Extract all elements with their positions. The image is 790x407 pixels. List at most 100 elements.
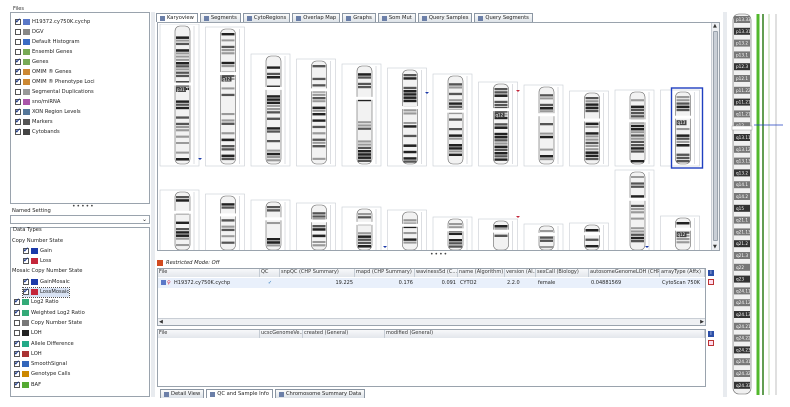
column-header[interactable]: File: [158, 269, 260, 277]
column-header[interactable]: arrayType (Affx): [660, 269, 705, 277]
scroll-left-icon[interactable]: ◀: [159, 319, 163, 325]
tab-segments[interactable]: Segments: [199, 13, 241, 22]
chromosome[interactable]: q12: [205, 26, 245, 167]
chromosome[interactable]: [296, 58, 336, 167]
table-row[interactable]: H19372.cy750K.cychp ✓ 19.225 0.176 0.091 CYTO…: [158, 278, 705, 288]
checkbox[interactable]: [15, 38, 21, 45]
left-splitter[interactable]: [151, 12, 155, 397]
tab-cytoregions[interactable]: CytoRegions: [242, 13, 291, 22]
file-tree-item[interactable]: Genes: [15, 57, 48, 66]
checkbox[interactable]: [15, 107, 21, 115]
chromosome[interactable]: p31.1: [159, 24, 200, 167]
files-panel-resize-grip[interactable]: •••••: [72, 203, 95, 210]
karyoview-scrollbar[interactable]: ▲ ▼: [711, 23, 719, 250]
tab-graphs[interactable]: Graphs: [342, 13, 376, 22]
file-tree-item[interactable]: Markers: [15, 117, 53, 126]
column-header[interactable]: autosomeGenomeLOH (CHP ...: [589, 269, 660, 277]
chromosome[interactable]: [387, 67, 427, 167]
data-type-item[interactable]: GainMosaic: [23, 277, 70, 286]
chromosome[interactable]: [387, 209, 427, 250]
file-tree-item[interactable]: Segmental Duplications: [15, 87, 94, 96]
checkbox[interactable]: [15, 88, 21, 95]
chromosome[interactable]: q13: [660, 87, 704, 169]
chromosome[interactable]: [341, 206, 382, 250]
right-splitter[interactable]: [723, 12, 727, 397]
file-tree-item[interactable]: Ensembl Genes: [15, 47, 72, 56]
scroll-right-icon[interactable]: ▶: [700, 319, 704, 325]
chromosome[interactable]: [159, 189, 200, 250]
gain-segment-marker[interactable]: [383, 246, 387, 248]
column-header[interactable]: created (General): [303, 330, 385, 338]
checkbox[interactable]: [14, 349, 20, 357]
data-type-item[interactable]: Loss: [23, 256, 51, 266]
checkbox[interactable]: [15, 48, 21, 55]
data-type-item[interactable]: LOH: [14, 329, 42, 338]
column-header[interactable]: mapd (CHP Summary): [355, 269, 415, 277]
column-header[interactable]: modified (General): [385, 330, 705, 338]
chromosome[interactable]: [569, 222, 609, 250]
center-resize-grip[interactable]: ••••: [430, 251, 448, 258]
chromosome[interactable]: q12: [660, 215, 700, 250]
data-type-item[interactable]: Weighted Log2 Ratio: [14, 308, 85, 317]
file-tree-item[interactable]: DGV: [15, 27, 44, 36]
chromosome[interactable]: [523, 223, 564, 250]
file-tree-item[interactable]: H19372.cy750K.cychp: [15, 17, 90, 26]
checkbox[interactable]: [15, 17, 21, 25]
file-tree-item[interactable]: OMIM ® Phenotype Loci: [15, 77, 95, 86]
checkbox[interactable]: [14, 297, 20, 306]
checkbox[interactable]: [14, 369, 20, 378]
export-icon[interactable]: [708, 340, 714, 346]
tab-som-mut[interactable]: Som Mut: [377, 13, 416, 22]
scroll-down-icon[interactable]: ▼: [713, 244, 717, 250]
karyoview-scroll-thumb[interactable]: [713, 31, 718, 241]
chromosome[interactable]: [250, 53, 291, 167]
chromosome[interactable]: [614, 89, 655, 167]
checkbox[interactable]: [15, 117, 21, 125]
chromosome[interactable]: [296, 202, 336, 250]
chromosome[interactable]: [250, 199, 291, 250]
loss-segment-marker[interactable]: [516, 216, 520, 218]
tab-overlap-map[interactable]: Overlap Map: [292, 13, 341, 22]
column-header[interactable]: snpQC (CHP Summary): [280, 269, 355, 277]
file-tree-item[interactable]: XON Region Levels: [15, 107, 81, 116]
chromosome[interactable]: q12: [478, 81, 518, 167]
karyoview-canvas[interactable]: p31.1 q12 q12 q13 q12: [159, 24, 711, 250]
data-type-item[interactable]: Log2 Ratio: [14, 297, 59, 307]
data-type-item[interactable]: BAF: [14, 380, 41, 389]
checkbox[interactable]: [23, 256, 29, 265]
chromosome-ideogram[interactable]: p13.33 p13.31 p13.2 p13.1 p12.3 p12.1 p11.22 p1…: [728, 12, 784, 397]
chromosome[interactable]: [341, 63, 382, 167]
column-header[interactable]: name (Algorithm): [458, 269, 505, 277]
checkbox[interactable]: [23, 287, 29, 295]
data-type-item[interactable]: LOH: [14, 349, 42, 358]
column-header[interactable]: QC: [260, 269, 280, 277]
file-tree-item[interactable]: OMIM ® Genes: [15, 67, 71, 76]
column-header[interactable]: File: [158, 330, 260, 338]
file-tree-item[interactable]: Default Histogram: [15, 37, 80, 46]
chromosome[interactable]: [432, 216, 473, 250]
chromosome[interactable]: [478, 218, 518, 250]
checkbox[interactable]: [15, 127, 21, 135]
checkbox[interactable]: [15, 57, 21, 65]
export-icon[interactable]: [708, 279, 714, 285]
info-icon[interactable]: i: [708, 270, 714, 276]
chromosome[interactable]: [205, 193, 245, 250]
tab-qc-and-sample-info[interactable]: QC and Sample Info: [206, 389, 273, 398]
chromosome[interactable]: [569, 90, 609, 167]
column-header[interactable]: sexCall (Biology): [536, 269, 589, 277]
tab-detail-view[interactable]: Detail View: [160, 389, 205, 398]
named-setting-select[interactable]: ⌄: [10, 215, 150, 224]
checkbox[interactable]: [15, 67, 21, 75]
data-type-item[interactable]: SmoothSignal: [14, 359, 67, 369]
file-tree-item[interactable]: sno/miRNA: [15, 97, 60, 106]
data-type-item[interactable]: Gain: [23, 246, 52, 255]
column-header[interactable]: waviness5d (C...: [415, 269, 458, 277]
tab-chromosome-summary-data[interactable]: Chromosome Summary Data: [274, 389, 366, 398]
checkbox[interactable]: [15, 28, 21, 35]
tab-query-samples[interactable]: Query Samples: [417, 13, 473, 22]
chromosome[interactable]: [614, 169, 655, 250]
checkbox[interactable]: [14, 380, 20, 388]
column-header[interactable]: ucscGenomeVe...: [260, 330, 303, 338]
scroll-up-icon[interactable]: ▲: [713, 23, 717, 29]
data-type-item[interactable]: Copy Number State: [14, 318, 82, 327]
